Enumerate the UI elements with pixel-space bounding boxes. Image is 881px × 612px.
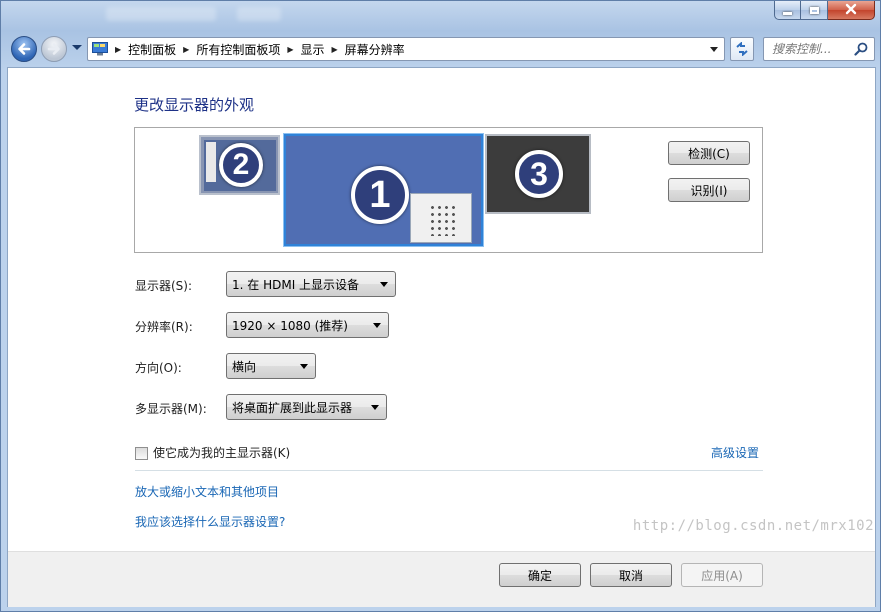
breadcrumb-separator-icon[interactable]: ▶ — [183, 45, 189, 54]
orientation-select[interactable]: 横向 — [226, 353, 316, 379]
page-title: 更改显示器的外观 — [134, 96, 255, 114]
refresh-button[interactable] — [730, 37, 754, 61]
ok-button[interactable]: 确定 — [499, 563, 581, 587]
breadcrumb-item[interactable]: 屏幕分辨率 — [345, 41, 405, 58]
blurred-title-area — [106, 7, 216, 21]
resolution-select-value: 1920 × 1080 (推荐) — [232, 318, 348, 333]
close-icon — [845, 3, 857, 17]
refresh-icon — [736, 42, 748, 56]
resolution-select[interactable]: 1920 × 1080 (推荐) — [226, 312, 389, 338]
multiple-displays-select-value: 将桌面扩展到此显示器 — [232, 400, 353, 415]
breadcrumb-item[interactable]: 显示 — [301, 41, 325, 58]
watermark: http://blog.csdn.net/mrx102 — [632, 518, 874, 534]
maximize-icon — [809, 6, 819, 14]
search-input[interactable] — [764, 38, 858, 60]
apply-button[interactable]: 应用(A) — [681, 563, 763, 587]
text-size-link[interactable]: 放大或缩小文本和其他项目 — [135, 483, 279, 500]
main-display-checkbox[interactable] — [135, 447, 148, 460]
minimize-button[interactable] — [774, 1, 801, 20]
chevron-down-icon — [300, 364, 308, 369]
display-label: 显示器(S): — [135, 279, 193, 293]
back-arrow-icon — [18, 43, 31, 55]
main-display-checkbox-label[interactable]: 使它成为我的主显示器(K) — [153, 444, 290, 461]
forward-arrow-icon — [47, 43, 60, 55]
monitor-3[interactable]: 3 — [485, 134, 591, 214]
orientation-label: 方向(O): — [135, 361, 182, 375]
breadcrumb-item[interactable]: 所有控制面板项 — [196, 41, 280, 58]
breadcrumb-separator-icon[interactable]: ▶ — [115, 45, 121, 54]
monitor-number-badge: 3 — [515, 150, 563, 198]
breadcrumb-separator-icon[interactable]: ▶ — [287, 45, 293, 54]
blurred-title-area-2 — [237, 7, 281, 21]
advanced-settings-link[interactable]: 高级设置 — [711, 444, 759, 461]
search-box[interactable] — [763, 37, 875, 61]
address-bar[interactable]: ▶ 控制面板 ▶ 所有控制面板项 ▶ 显示 ▶ 屏幕分辨率 — [87, 37, 725, 61]
identify-button[interactable]: 识别(I) — [668, 178, 750, 202]
dialog-footer: 确定 取消 应用(A) — [8, 551, 875, 607]
back-button[interactable] — [11, 36, 37, 62]
monitor-1[interactable]: 1 — [284, 134, 483, 246]
monitor-number-badge: 1 — [351, 166, 409, 224]
display-select[interactable]: 1. 在 HDMI 上显示设备 — [226, 271, 396, 297]
multiple-displays-select[interactable]: 将桌面扩展到此显示器 — [226, 394, 387, 420]
monitor-number-badge: 2 — [219, 143, 263, 187]
chevron-down-icon — [371, 405, 379, 410]
monitor-2[interactable]: 2 — [199, 135, 280, 195]
close-button[interactable] — [828, 1, 875, 20]
divider — [135, 470, 763, 471]
display-settings-help-link[interactable]: 我应该选择什么显示器设置? — [135, 513, 285, 530]
maximize-button[interactable] — [801, 1, 828, 20]
monitor-arrangement-area: 2 1 3 检测(C) 识别(I) — [134, 127, 763, 253]
chevron-down-icon — [373, 323, 381, 328]
address-history-dropdown[interactable] — [710, 47, 718, 52]
caption-buttons — [774, 1, 875, 20]
breadcrumb-item[interactable]: 控制面板 — [128, 41, 176, 58]
breadcrumb-separator-icon[interactable]: ▶ — [332, 45, 338, 54]
control-panel-icon — [92, 42, 108, 56]
display-select-value: 1. 在 HDMI 上显示设备 — [232, 277, 360, 292]
monitor-2-window-thumbnail — [206, 142, 216, 182]
forward-button[interactable] — [41, 36, 67, 62]
control-panel-window: ▶ 控制面板 ▶ 所有控制面板项 ▶ 显示 ▶ 屏幕分辨率 更改显示器的外观 — [0, 0, 881, 612]
breadcrumb: ▶ 控制面板 ▶ 所有控制面板项 ▶ 显示 ▶ 屏幕分辨率 — [108, 41, 405, 58]
orientation-select-value: 横向 — [232, 359, 257, 374]
recent-pages-dropdown[interactable] — [72, 45, 82, 50]
grid-icon — [429, 204, 457, 236]
search-icon[interactable] — [854, 42, 868, 56]
minimize-icon — [783, 11, 792, 15]
cancel-button[interactable]: 取消 — [590, 563, 672, 587]
chevron-down-icon — [380, 282, 388, 287]
control-panel-thumbnail — [410, 193, 472, 243]
multiple-displays-label: 多显示器(M): — [135, 402, 207, 416]
detect-button[interactable]: 检测(C) — [668, 141, 750, 165]
resolution-label: 分辨率(R): — [135, 320, 193, 334]
